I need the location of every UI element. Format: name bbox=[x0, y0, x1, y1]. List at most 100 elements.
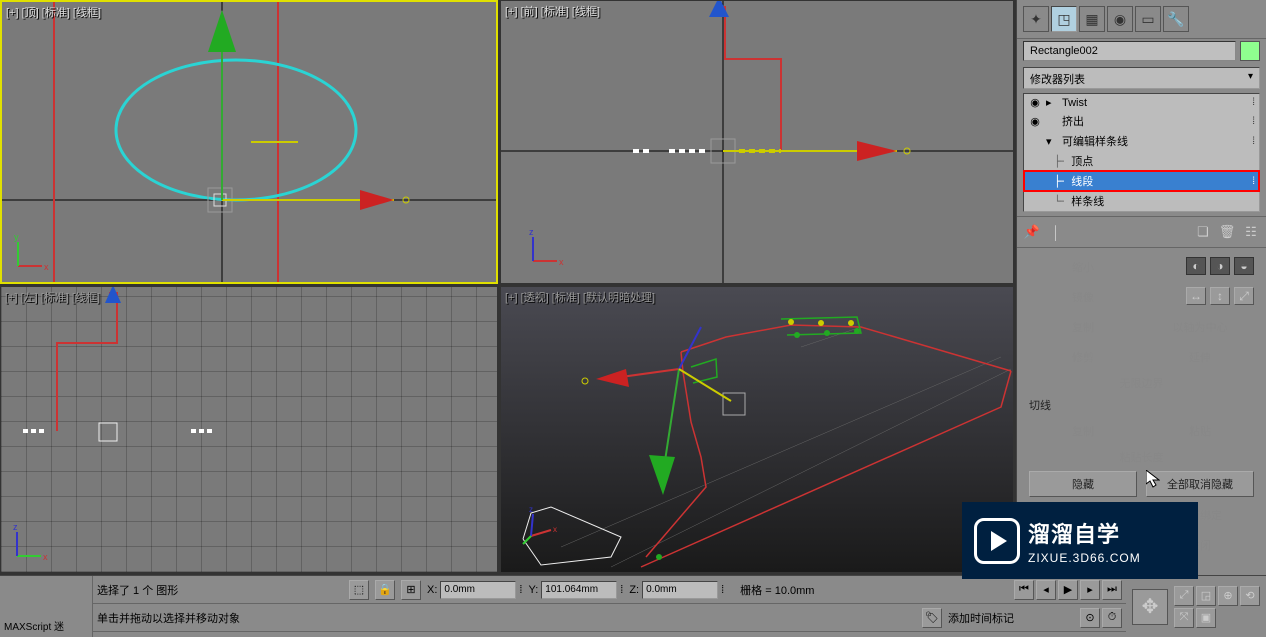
modify-tab-icon[interactable]: ◳ bbox=[1051, 6, 1077, 32]
viewport-label-persp[interactable]: [+] [透视] [标准] [默认明暗处理] bbox=[505, 289, 655, 305]
tool-icon[interactable]: ↔ bbox=[1186, 287, 1206, 305]
mirror-v-icon[interactable]: ◑ bbox=[1210, 257, 1230, 275]
nav-icon[interactable]: ⟲ bbox=[1240, 586, 1260, 606]
stack-subitem-segment[interactable]: ├╴ 线段 ⁞ bbox=[1024, 171, 1259, 191]
stack-subitem-vertex[interactable]: ├╴ 顶点 bbox=[1024, 151, 1259, 171]
svg-text:z: z bbox=[529, 506, 533, 514]
trim-label: 修剪 bbox=[1029, 345, 1137, 369]
copy-label: 复制 bbox=[1029, 315, 1137, 339]
stack-item-twist[interactable]: ◉ ▸ Twist ⁞ bbox=[1024, 94, 1259, 111]
maxscript-label[interactable]: MAXScript 迷 bbox=[0, 614, 92, 637]
time-config-icon[interactable]: ⏱ bbox=[1102, 608, 1122, 628]
watermark-banner: 溜溜自学 ZIXUE.3D66.COM bbox=[962, 502, 1198, 579]
viewport-front[interactable]: [+] [前] [标准] [线框] z x bbox=[500, 0, 1014, 284]
tangent-label: 切线 bbox=[1025, 394, 1258, 416]
modifier-stack: ◉ ▸ Twist ⁞ ◉ 挤出 ⁞ ▾ 可编辑样条线 ⁞ ├╴ 顶点 ├╴ 线… bbox=[1023, 93, 1260, 212]
viewport-label-front[interactable]: [+] [前] [标准] [线框] bbox=[505, 3, 600, 19]
svg-text:y: y bbox=[14, 232, 19, 242]
tool-icon[interactable]: ↕ bbox=[1210, 287, 1230, 305]
watermark-url: ZIXUE.3D66.COM bbox=[1028, 551, 1141, 565]
mirror-d-icon[interactable]: ◒ bbox=[1234, 257, 1254, 275]
stack-options-icon[interactable]: ⁞ bbox=[1252, 116, 1255, 127]
next-frame-icon[interactable]: ▸ bbox=[1080, 580, 1100, 600]
axis-gizmo-top: y x bbox=[12, 232, 52, 272]
unhide-all-button[interactable]: 全部取消隐藏 bbox=[1146, 471, 1254, 497]
shrink-label: 缩小 bbox=[1029, 255, 1137, 279]
key-mode-icon[interactable]: ⊙ bbox=[1080, 608, 1100, 628]
abs-rel-icon[interactable]: ⊞ bbox=[401, 580, 421, 600]
eye-icon[interactable]: ◉ bbox=[1028, 96, 1042, 109]
play-badge-icon bbox=[974, 518, 1020, 564]
delete-icon[interactable]: 🗑 bbox=[1218, 223, 1236, 241]
x-input[interactable] bbox=[440, 581, 516, 599]
prev-frame-icon[interactable]: ◂ bbox=[1036, 580, 1056, 600]
create-tab-icon[interactable]: ✦ bbox=[1023, 6, 1049, 32]
show-end-result-icon[interactable]: ❏ bbox=[1194, 223, 1212, 241]
viewport-top[interactable]: [+] [顶] [标准] [线框] y x bbox=[0, 0, 498, 284]
object-color-swatch[interactable] bbox=[1240, 41, 1260, 61]
nav-icon[interactable]: ◲ bbox=[1196, 586, 1216, 606]
stack-item-extrude[interactable]: ◉ 挤出 ⁞ bbox=[1024, 111, 1259, 131]
nav-icon[interactable]: ⤢ bbox=[1174, 586, 1194, 606]
time-tag-label[interactable]: 添加时间标记 bbox=[948, 610, 1014, 626]
mirror-label: 镜像 bbox=[1029, 285, 1137, 309]
paste-length-label: 粘贴长度 bbox=[1025, 446, 1258, 468]
viewport-persp-canvas bbox=[501, 287, 1013, 572]
nav-icon[interactable]: ⤧ bbox=[1174, 608, 1194, 628]
expand-icon[interactable]: ▸ bbox=[1046, 96, 1058, 109]
stack-item-editable-spline[interactable]: ▾ 可编辑样条线 ⁞ bbox=[1024, 131, 1259, 151]
stack-label: 可编辑样条线 bbox=[1062, 133, 1128, 149]
z-label: Z: bbox=[629, 584, 639, 596]
hide-button[interactable]: 隐藏 bbox=[1029, 471, 1137, 497]
viewport-left[interactable]: [+] [左] [标准] [线框] z x bbox=[0, 286, 498, 573]
selection-lock-icon[interactable]: ⬚ bbox=[349, 580, 369, 600]
goto-start-icon[interactable]: ⏮ bbox=[1014, 580, 1034, 600]
svg-text:z: z bbox=[13, 522, 18, 532]
spinner-icon[interactable]: ⁞ bbox=[620, 584, 623, 596]
viewport-top-canvas bbox=[2, 2, 496, 282]
nav-icon[interactable]: ▣ bbox=[1196, 608, 1216, 628]
lock-icon[interactable]: 🔒 bbox=[375, 580, 395, 600]
modifier-list-dropdown[interactable]: 修改器列表 bbox=[1023, 67, 1260, 89]
svg-text:x: x bbox=[559, 257, 564, 267]
object-name-input[interactable] bbox=[1023, 41, 1236, 61]
about-pivot-label: 以轴为中心 bbox=[1146, 315, 1254, 339]
stack-options-icon[interactable]: ⁞ bbox=[1252, 176, 1255, 187]
grid-label: 栅格 = 10.0mm bbox=[740, 582, 814, 598]
stack-sub-label: 样条线 bbox=[1071, 193, 1104, 209]
mirror-h-icon[interactable]: ◐ bbox=[1186, 257, 1206, 275]
utilities-tab-icon[interactable]: 🔧 bbox=[1163, 6, 1189, 32]
axis-gizmo-front: z x bbox=[527, 227, 567, 267]
stack-tool-icon[interactable]: │ bbox=[1047, 223, 1065, 241]
viewport-label-top[interactable]: [+] [顶] [标准] [线框] bbox=[6, 4, 101, 20]
configure-icon[interactable]: ☷ bbox=[1242, 223, 1260, 241]
svg-text:x: x bbox=[553, 525, 557, 534]
nav-icon[interactable]: ⊕ bbox=[1218, 586, 1238, 606]
tangent-copy-label: 复制 bbox=[1029, 419, 1137, 443]
spinner-icon[interactable]: ⁞ bbox=[721, 584, 724, 596]
display-tab-icon[interactable]: ▭ bbox=[1135, 6, 1161, 32]
time-tag-icon[interactable]: 🏷 bbox=[922, 608, 942, 628]
play-icon[interactable]: ▶ bbox=[1058, 580, 1078, 600]
panel-tabs: ✦ ◳ ▦ ◉ ▭ 🔧 bbox=[1017, 0, 1266, 39]
tree-icon: ├╴ bbox=[1054, 175, 1067, 188]
motion-tab-icon[interactable]: ◉ bbox=[1107, 6, 1133, 32]
viewport-label-left[interactable]: [+] [左] [标准] [线框] bbox=[5, 289, 100, 305]
stack-subitem-spline[interactable]: └╴ 样条线 bbox=[1024, 191, 1259, 211]
eye-icon[interactable]: ◉ bbox=[1028, 115, 1042, 128]
pin-icon[interactable]: 📌 bbox=[1023, 223, 1041, 241]
stack-options-icon[interactable]: ⁞ bbox=[1252, 136, 1255, 147]
stack-options-icon[interactable]: ⁞ bbox=[1252, 97, 1255, 108]
viewport-perspective[interactable]: [+] [透视] [标准] [默认明暗处理] bbox=[500, 286, 1014, 573]
z-input[interactable] bbox=[642, 581, 718, 599]
hierarchy-tab-icon[interactable]: ▦ bbox=[1079, 6, 1105, 32]
tool-icon[interactable]: ⤢ bbox=[1234, 287, 1254, 305]
y-input[interactable] bbox=[541, 581, 617, 599]
goto-end-icon[interactable]: ⏭ bbox=[1102, 580, 1122, 600]
status-bar: MAXScript 迷 选择了 1 个 图形 ⬚ 🔒 ⊞ X: ⁞ Y: ⁞ Z… bbox=[0, 575, 1266, 637]
selection-status: 选择了 1 个 图形 bbox=[97, 582, 297, 598]
stack-sub-label: 线段 bbox=[1071, 173, 1093, 189]
pan-view-icon[interactable]: ✥ bbox=[1132, 589, 1168, 625]
collapse-icon[interactable]: ▾ bbox=[1046, 135, 1058, 148]
spinner-icon[interactable]: ⁞ bbox=[519, 584, 522, 596]
